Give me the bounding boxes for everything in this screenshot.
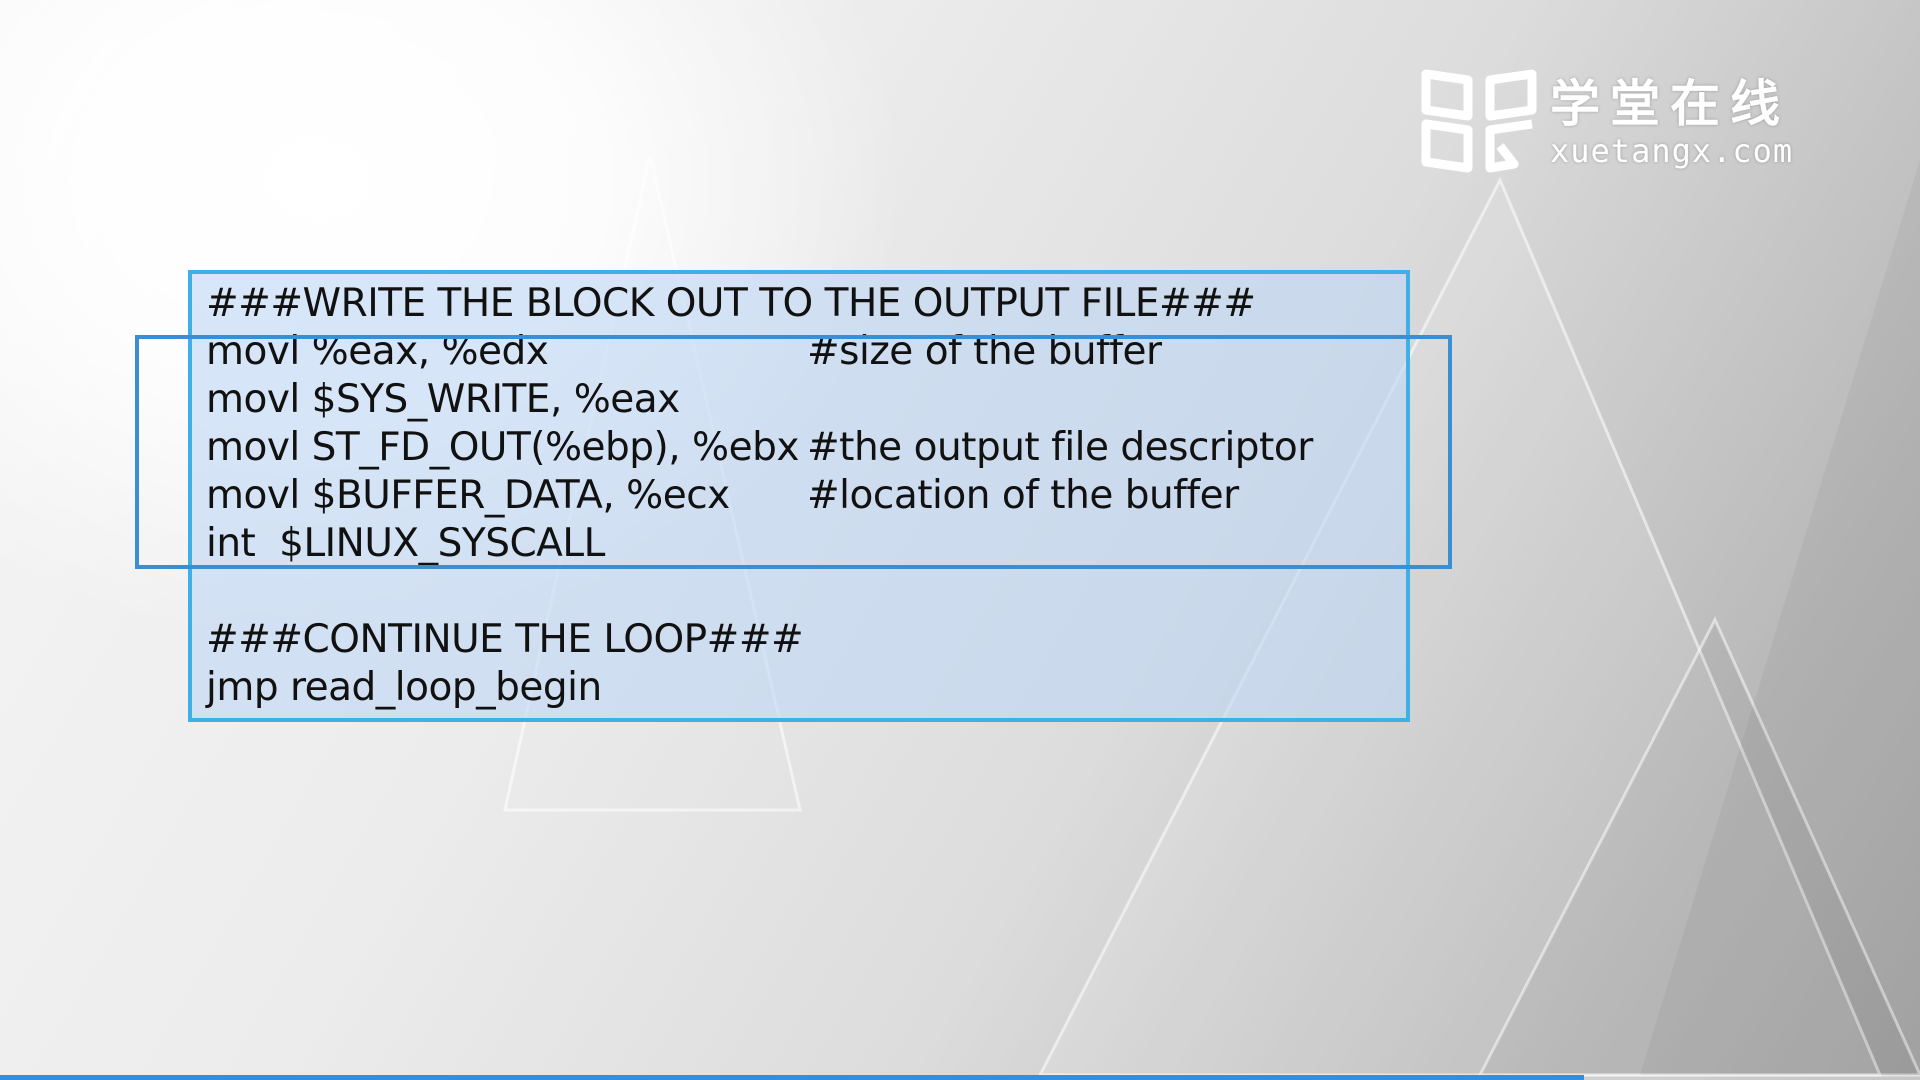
code-line: ###WRITE THE BLOCK OUT TO THE OUTPUT FIL… — [206, 280, 1406, 328]
logo-domain: xuetangx.com — [1550, 132, 1794, 170]
code-instruction: ###WRITE THE BLOCK OUT TO THE OUTPUT FIL… — [206, 281, 1256, 326]
code-instruction: ###CONTINUE THE LOOP### — [206, 617, 804, 662]
book-icon — [1421, 69, 1537, 173]
logo-chinese-name: 学堂在线 — [1550, 75, 1790, 133]
code-instruction: jmp read_loop_begin — [206, 665, 602, 710]
logo-text: 学堂在线 xuetangx.com — [1550, 75, 1793, 169]
xuetangx-logo: 学堂在线 xuetangx.com — [1420, 66, 1793, 178]
code-line: ###CONTINUE THE LOOP### — [206, 616, 1406, 664]
video-progress-fill — [0, 1075, 1584, 1080]
highlight-frame — [135, 335, 1452, 569]
code-line: jmp read_loop_begin — [206, 664, 1406, 712]
video-progress-bar[interactable] — [0, 1075, 1920, 1080]
